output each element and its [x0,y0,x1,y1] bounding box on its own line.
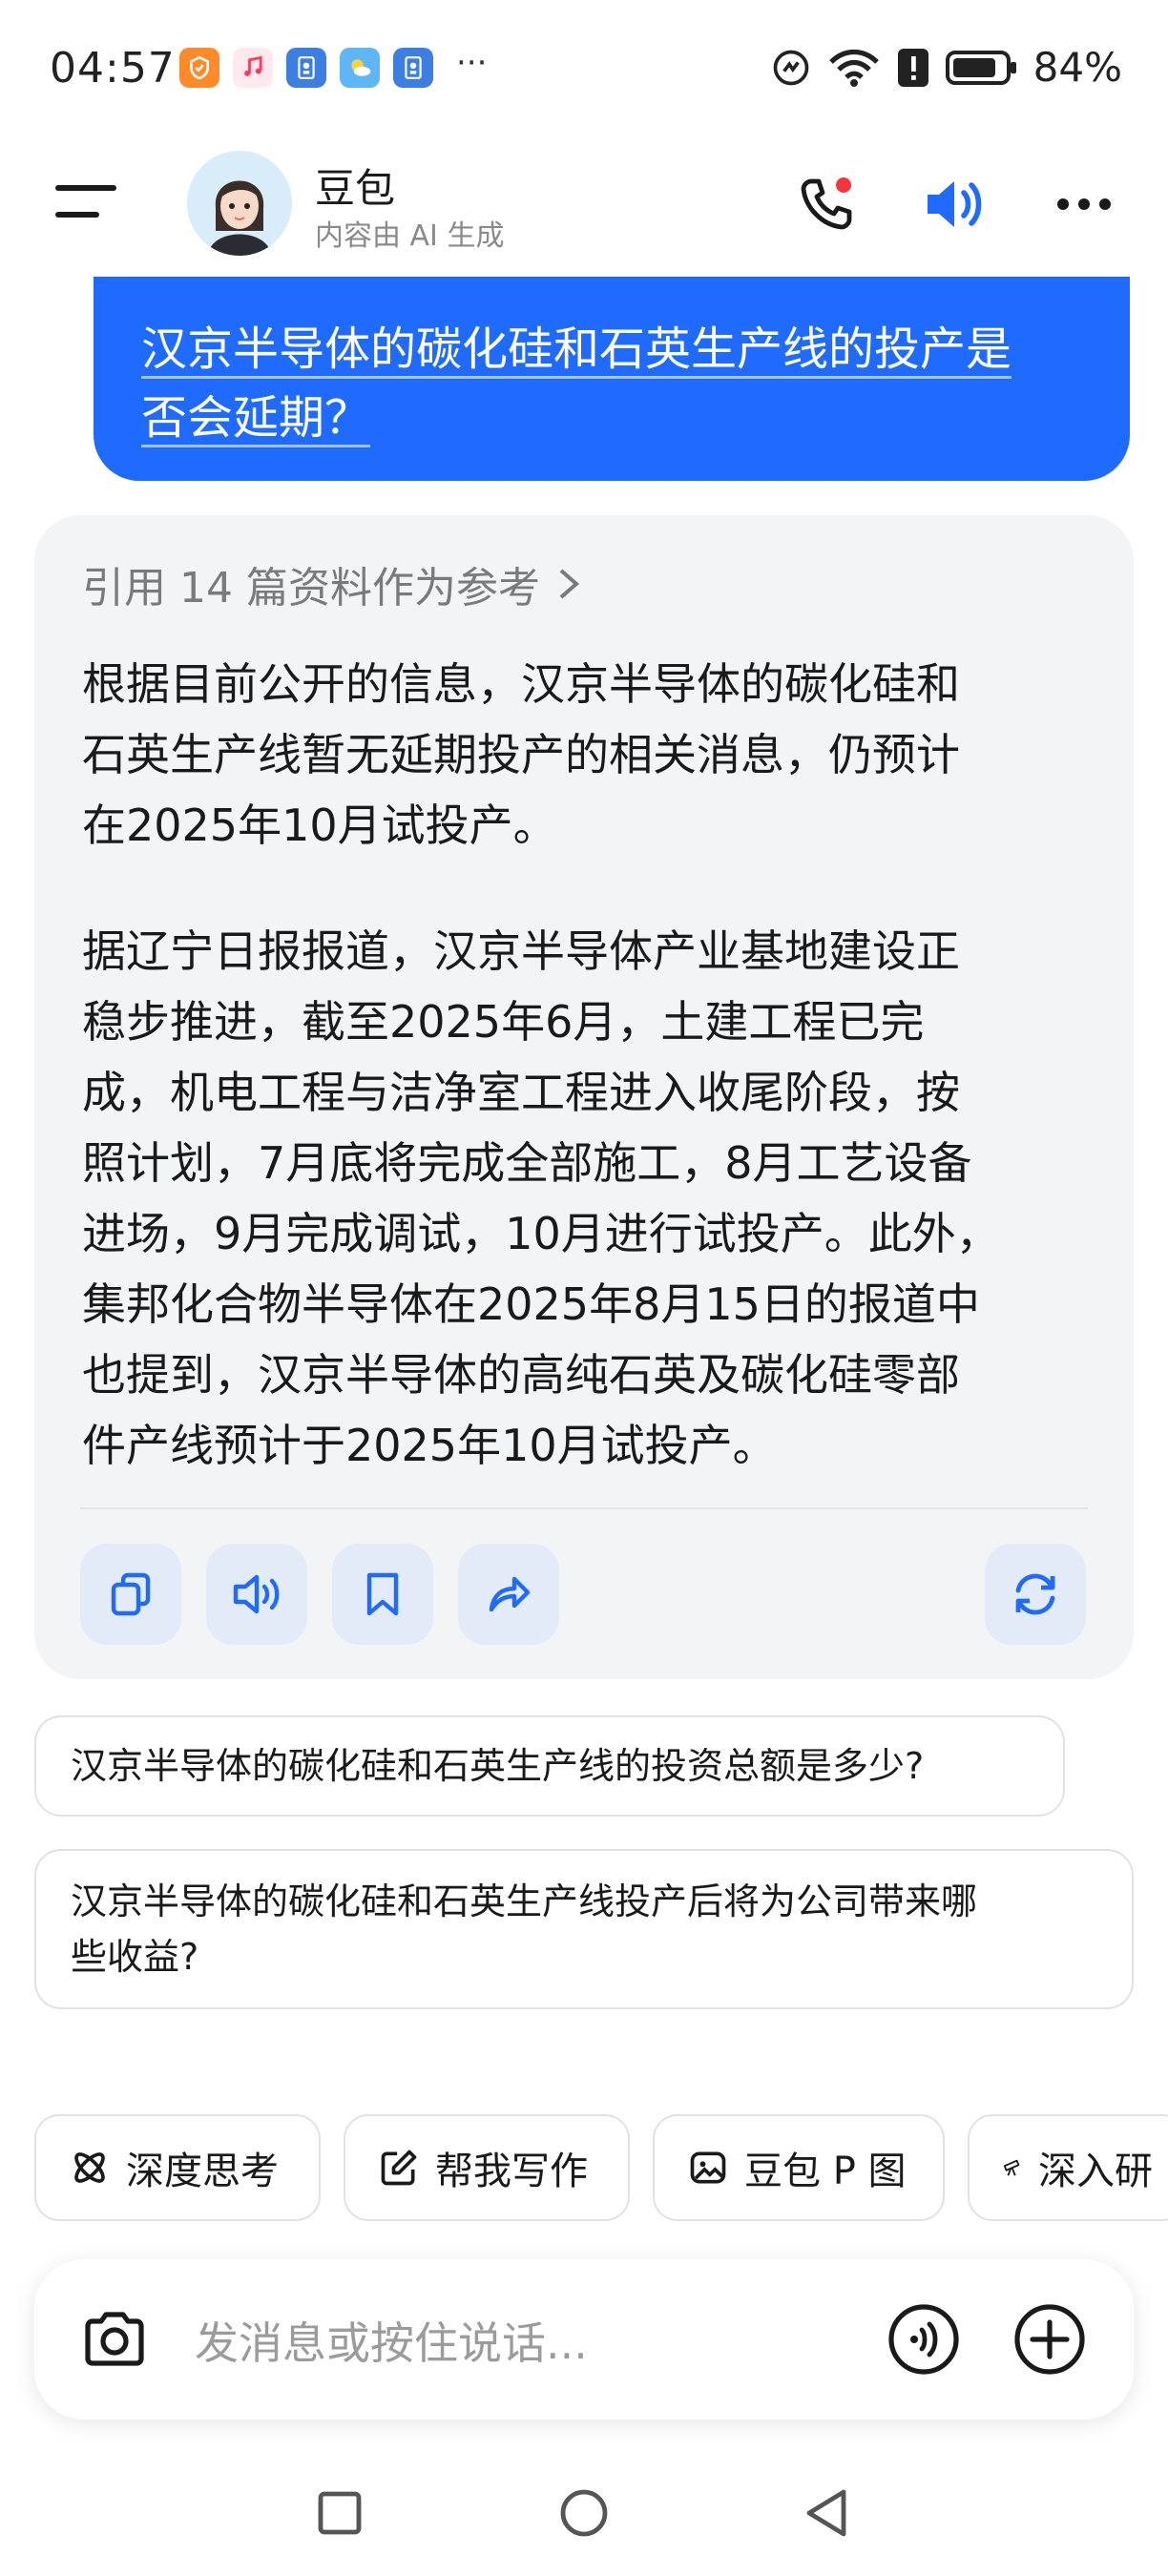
help-write-button[interactable]: 帮我写作 [344,2114,630,2221]
tool-label: 深入研 [1038,2150,1153,2193]
status-bar: 04:57 ··· 84% [0,0,1168,134]
image-edit-button[interactable]: 豆包 P 图 [653,2114,945,2221]
image-edit-icon [690,2151,726,2184]
add-attachment-button[interactable] [1012,2301,1088,2378]
bookmark-icon [366,1572,399,1616]
bot-subtitle: 内容由 AI 生成 [315,219,505,253]
status-more-icon: ··· [456,44,488,82]
status-app-icons: ··· [179,44,487,88]
share-button[interactable] [458,1544,559,1645]
menu-line-icon [55,185,116,191]
reference-link[interactable]: 引用 14 篇资料作为参考 [82,553,582,614]
avatar-icon [187,151,292,256]
message-input-bar: 发消息或按住说话... [34,2259,1134,2420]
read-aloud-button[interactable] [206,1544,307,1645]
user-message-line: 否会延期？ [141,391,371,447]
suggestion-text: 汉京半导体的碳化硅和石英生产线的投资总额是多少? [71,1745,925,1787]
copy-button[interactable] [80,1544,181,1645]
answer-line: 成，机电工程与洁净室工程进入收尾阶段，按 [82,1067,960,1118]
home-icon[interactable] [557,2486,611,2540]
phone-icon [801,177,852,230]
battery-percent: 84% [1032,44,1122,91]
edit-icon [381,2150,417,2186]
deep-research-button[interactable]: 深入研 [968,2114,1168,2221]
voice-wave-icon [888,2304,959,2375]
data-saver-icon [773,50,808,85]
suggestion-chip[interactable]: 汉京半导体的碳化硅和石英生产线的投资总额是多少? [34,1715,1065,1817]
camera-button[interactable] [78,2303,151,2376]
speaker-outline-icon [233,1574,280,1614]
answer-line: 根据目前公开的信息，汉京半导体的碳化硅和 [82,658,960,710]
bookmark-button[interactable] [332,1544,433,1645]
avatar[interactable] [187,151,292,256]
more-dots-icon [1057,198,1111,210]
tool-label: 帮我写作 [435,2150,588,2193]
answer-line: 石英生产线暂无延期投产的相关消息，仍预计 [82,729,960,780]
chevron-right-icon [559,569,580,599]
wifi-icon [828,49,879,87]
back-icon[interactable] [802,2486,851,2540]
voice-input-button[interactable] [886,2301,962,2378]
answer-paragraph-1: 根据目前公开的信息，汉京半导体的碳化硅和 石英生产线暂无延期投产的相关消息，仍预… [82,649,1094,861]
answer-line: 进场，9月完成调试，10月进行试投产。此外， [82,1208,1000,1259]
refresh-icon [1015,1573,1055,1615]
bot-name: 豆包 [315,165,396,212]
music-app-icon [233,48,273,88]
copy-icon [111,1572,151,1616]
more-options-button[interactable] [1046,166,1122,242]
answer-line: 据辽宁日报报道，汉京半导体产业基地建设正 [82,925,960,977]
answer-card: 引用 14 篇资料作为参考 根据目前公开的信息，汉京半导体的碳化硅和 石英生产线… [34,515,1134,1679]
answer-paragraph-2: 据辽宁日报报道，汉京半导体产业基地建设正 稳步推进，截至2025年6月，土建工程… [82,916,1094,1481]
speaker-icon [928,181,982,227]
answer-line: 也提到，汉京半导体的高纯石英及碳化硅零部 [82,1349,960,1401]
shield-app-icon [179,48,219,88]
answer-line: 照计划，7月底将完成全部施工，8月工艺设备 [82,1137,972,1189]
camera-icon [85,2312,144,2366]
battery-icon [945,50,1016,85]
menu-line-icon [55,212,99,218]
status-time: 04:57 [50,44,176,93]
reference-text: 引用 14 篇资料作为参考 [82,564,540,613]
recent-apps-icon[interactable] [315,2488,365,2538]
atom-icon [74,2152,105,2183]
suggestion-text: 汉京半导体的碳化硅和石英生产线投产后将为公司带来哪 [71,1880,978,1922]
answer-line: 稳步推进，截至2025年6月，土建工程已完 [82,996,925,1048]
alert-icon [897,48,928,87]
user-message-bubble[interactable]: 汉京半导体的碳化硅和石英生产线的投产是 否会延期？ [94,277,1130,481]
deep-think-button[interactable]: 深度思考 [34,2114,321,2221]
tool-label: 深度思考 [126,2150,279,2193]
answer-line: 件产线预计于2025年10月试投产。 [82,1420,777,1471]
regenerate-button[interactable] [985,1544,1086,1645]
weather-app-icon [340,48,380,88]
tool-label: 豆包 P 图 [744,2150,907,2193]
system-nav-bar [0,2471,1168,2576]
voice-playback-button[interactable] [918,166,994,242]
telescope-icon [1003,2159,1020,2176]
share-icon [489,1576,531,1612]
message-input[interactable]: 发消息或按住说话... [195,2309,588,2372]
divider [80,1507,1088,1509]
sim-app-icon-2 [393,48,433,88]
suggestion-chip[interactable]: 汉京半导体的碳化硅和石英生产线投产后将为公司带来哪 些收益? [34,1849,1134,2009]
phone-call-button[interactable] [788,166,865,242]
suggestion-text: 些收益? [71,1936,199,1978]
answer-line: 集邦化合物半导体在2025年8月15日的报道中 [82,1278,980,1330]
menu-button[interactable] [55,181,116,223]
answer-line: 在2025年10月试投产。 [82,800,557,851]
sim-app-icon [286,48,326,88]
plus-circle-icon [1014,2304,1085,2375]
chat-header: 豆包 内容由 AI 生成 [0,143,1168,267]
status-right: 84% [770,44,1122,91]
user-message-line: 汉京半导体的碳化硅和石英生产线的投产是 [141,322,1012,379]
